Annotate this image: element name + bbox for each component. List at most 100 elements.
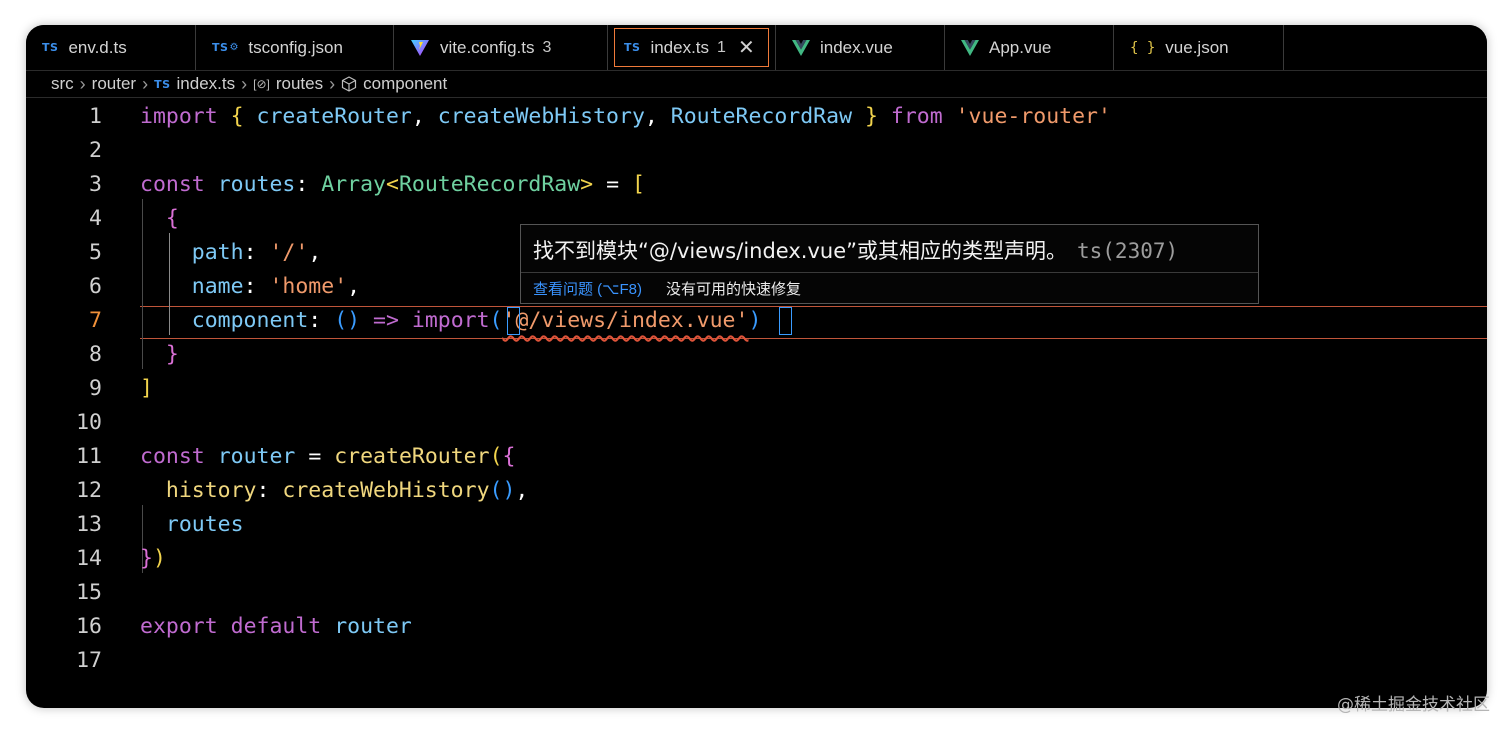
tab-index-ts[interactable]: TS index.ts 1 ✕ (608, 25, 776, 70)
tab-tsconfig-json[interactable]: TS ⚙ tsconfig.json (196, 25, 394, 70)
token: , (411, 104, 425, 129)
chevron-right-icon: › (329, 73, 336, 94)
token: : (295, 172, 309, 197)
token: RouteRecordRaw (398, 172, 581, 197)
token: import (140, 104, 218, 129)
token: 'vue-router' (955, 104, 1111, 129)
tab-index-vue[interactable]: index.vue (776, 25, 945, 70)
tab-label: env.d.ts (68, 37, 127, 57)
tab-env-d-ts[interactable]: TS env.d.ts (26, 25, 196, 70)
token: Array (321, 172, 386, 197)
line-number: 11 (76, 444, 102, 469)
variable-icon: [⊘] (253, 77, 270, 91)
token: createRouter (256, 104, 412, 129)
line-number: 13 (76, 512, 102, 537)
token: 'home' (269, 274, 348, 299)
token: component (191, 308, 309, 333)
line-number: 15 (76, 580, 102, 605)
error-hover-tooltip: 找不到模块“@/views/index.vue”或其相应的类型声明。 ts(230… (520, 224, 1259, 304)
token: const (140, 444, 205, 469)
code-line-7: component: () => import('@/views/index.v… (140, 304, 762, 338)
token: '/' (269, 240, 309, 265)
watermark: @稀土掘金技术社区 (1337, 695, 1490, 715)
tab-app-vue[interactable]: App.vue (945, 25, 1114, 70)
token: router (217, 444, 296, 469)
token: : (243, 274, 257, 299)
token: history (165, 478, 257, 503)
code-line-6: name: 'home', (140, 270, 360, 304)
code-line-8: } (140, 338, 179, 372)
token: = (606, 172, 620, 197)
line-number: 2 (89, 138, 102, 163)
token: () (489, 478, 516, 503)
token: ] (140, 376, 153, 401)
line-number: 8 (89, 342, 102, 367)
hover-message: 找不到模块“@/views/index.vue”或其相应的类型声明。 ts(230… (533, 235, 1178, 265)
vue-icon (792, 39, 810, 56)
token: , (308, 240, 322, 265)
token: createRouter (334, 444, 490, 469)
token: : (308, 308, 322, 333)
token: { (502, 444, 516, 469)
token: ) (748, 308, 762, 333)
token: routes (165, 512, 244, 537)
error-squiggle-string[interactable]: '@/views/index.vue' (503, 308, 749, 333)
typescript-icon: TS (154, 77, 171, 91)
tab-bar: TS env.d.ts TS ⚙ tsconfig.json vite.confi… (26, 25, 1487, 71)
token: import (411, 308, 490, 333)
cube-icon (341, 76, 357, 92)
token: , (644, 104, 658, 129)
token: export (140, 614, 218, 639)
breadcrumb-item-src[interactable]: src (51, 74, 74, 94)
token: router (334, 614, 412, 639)
tab-label: index.vue (820, 37, 893, 57)
chevron-right-icon: › (241, 73, 248, 94)
tab-vite-config-ts[interactable]: vite.config.ts 3 (394, 25, 608, 70)
token: } (165, 342, 179, 367)
line-number: 6 (89, 274, 102, 299)
line-number-current: 7 (89, 308, 102, 333)
code-line-5: path: '/', (140, 236, 321, 270)
line-number: 1 (89, 104, 102, 129)
breadcrumb-item-router[interactable]: router (92, 74, 136, 94)
chevron-right-icon: › (142, 73, 149, 94)
hover-actions: 查看问题 (⌥F8) 没有可用的快速修复 (521, 272, 1258, 304)
line-number: 9 (89, 376, 102, 401)
vue-icon (961, 39, 979, 56)
code-editor[interactable]: 1 2 3 4 5 6 7 8 9 10 11 12 13 14 15 16 1… (26, 99, 1487, 708)
token: } (864, 104, 878, 129)
breadcrumb: src › router › TS index.ts › [⊘] routes … (26, 71, 1487, 98)
token: from (890, 104, 943, 129)
bracket-match-highlight (507, 307, 520, 335)
token: : (243, 240, 257, 265)
vite-icon (410, 39, 430, 57)
tab-label: App.vue (989, 37, 1052, 57)
token: () (334, 308, 361, 333)
line-number: 16 (76, 614, 102, 639)
tab-label: vue.json (1165, 37, 1229, 57)
tab-vue-json[interactable]: { } vue.json (1114, 25, 1284, 70)
token: ( (489, 308, 503, 333)
active-tab-focus-outline (614, 28, 769, 67)
breadcrumb-item-component[interactable]: component (363, 74, 447, 94)
problem-count-badge: 3 (542, 38, 552, 56)
breadcrumb-item-routes[interactable]: routes (276, 74, 323, 94)
editor-window: TS env.d.ts TS ⚙ tsconfig.json vite.confi… (26, 25, 1487, 708)
view-problem-link[interactable]: 查看问题 (⌥F8) (533, 278, 642, 299)
token: ( (489, 444, 503, 469)
breadcrumb-item-file[interactable]: index.ts (177, 74, 236, 94)
token: path (191, 240, 244, 265)
typescript-icon: TS (42, 41, 59, 54)
code-line-12: history: createWebHistory(), (140, 474, 528, 508)
tab-label: tsconfig.json (248, 37, 343, 57)
typescript-config-icon: TS ⚙ (212, 41, 239, 54)
code-line-3: const routes: Array<RouteRecordRaw> = [ (140, 168, 645, 202)
line-number: 5 (89, 240, 102, 265)
token: ) (152, 546, 166, 571)
token: name (191, 274, 244, 299)
code-line-4: { (140, 202, 179, 236)
tab-label: vite.config.ts (440, 37, 535, 57)
line-number: 10 (76, 410, 102, 435)
token: createWebHistory (437, 104, 645, 129)
line-number: 12 (76, 478, 102, 503)
